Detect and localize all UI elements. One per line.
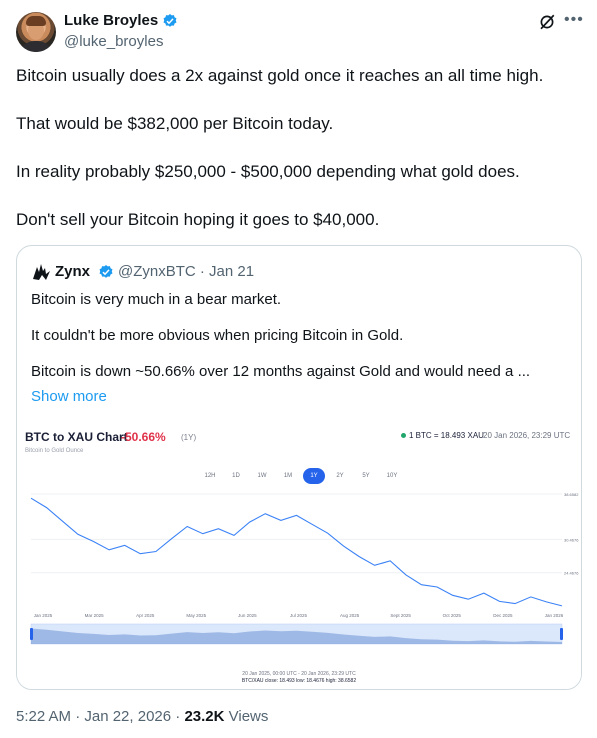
chart-change: -50.66% xyxy=(121,430,166,444)
y-tick-label: 30.4676 xyxy=(564,537,579,542)
x-tick-label: Jan 2026 xyxy=(545,613,564,618)
x-tick-label: Jul 2025 xyxy=(290,613,308,618)
price-line xyxy=(30,497,563,607)
tweet-paragraph: Bitcoin usually does a 2x against gold o… xyxy=(16,66,544,85)
author-handle[interactable]: @luke_broyles xyxy=(64,33,163,50)
tweet-paragraph: In reality probably $250,000 - $500,000 … xyxy=(16,162,520,181)
verified-badge-icon xyxy=(99,265,113,278)
quote-author-name[interactable]: Zynx xyxy=(55,263,90,280)
chart-price-text: 1 BTC = 18.493 XAU xyxy=(409,431,484,440)
verified-badge-icon xyxy=(163,14,177,27)
navigator-handle-right xyxy=(560,628,563,640)
quote-paragraph: It couldn't be more obvious when pricing… xyxy=(31,327,404,344)
tab-5y[interactable]: 5Y xyxy=(355,468,377,484)
quote-tweet[interactable]: Zynx @ZynxBTC · Jan 21 Bitcoin is very m… xyxy=(16,245,582,690)
x-tick-label: Aug 2025 xyxy=(340,613,360,618)
x-tick-label: Dec 2025 xyxy=(493,613,513,618)
x-tick-label: Jan 2025 xyxy=(34,613,53,618)
x-tick-label: May 2025 xyxy=(186,613,206,618)
avatar-hair xyxy=(26,16,46,26)
zynx-avatar-icon[interactable] xyxy=(31,262,51,282)
avatar-shirt xyxy=(20,41,52,52)
tab-1m[interactable]: 1M xyxy=(277,468,299,484)
tab-1w[interactable]: 1W xyxy=(251,468,273,484)
chart-price: 1 BTC = 18.493 XAU xyxy=(401,431,484,440)
y-tick-label: 24.4676 xyxy=(564,571,579,576)
quote-text: Bitcoin is very much in a bear market. I… xyxy=(31,290,567,398)
y-tick-label: 38.6582 xyxy=(564,492,579,497)
x-tick-label: Jun 2025 xyxy=(238,613,257,618)
tweet-meta: 5:22 AM · Jan 22, 2026 · 23.2K Views xyxy=(16,708,268,725)
views-count: 23.2K xyxy=(184,708,225,725)
price-chart[interactable]: 38.6582 30.4676 24.4676 Jan 2025 Mar 2025 Apr… xyxy=(17,486,581,668)
tab-2y[interactable]: 2Y xyxy=(329,468,351,484)
author-name[interactable]: Luke Broyles xyxy=(64,12,158,29)
more-options-icon[interactable]: ••• xyxy=(564,12,583,31)
quote-paragraph: Bitcoin is down ~50.66% over 12 months a… xyxy=(31,363,531,380)
tab-1y[interactable]: 1Y xyxy=(303,468,325,484)
views-label: Views xyxy=(224,708,269,725)
navigator-handle-left xyxy=(30,628,33,640)
chart-title: BTC to XAU Chart xyxy=(25,430,128,444)
quote-author-meta[interactable]: @ZynxBTC · Jan 21 xyxy=(118,263,254,280)
chart-image: BTC to XAU Chart -50.66% (1Y) Bitcoin to… xyxy=(17,416,581,689)
avatar[interactable] xyxy=(16,12,56,52)
x-tick-label: Mar 2025 xyxy=(85,613,105,618)
quote-header: Zynx @ZynxBTC · Jan 21 xyxy=(31,262,571,282)
x-tick-label: Sept 2025 xyxy=(390,613,411,618)
x-tick-label: Apr 2025 xyxy=(136,613,155,618)
tweet-timestamp[interactable]: 5:22 AM · Jan 22, 2026 · xyxy=(16,708,184,725)
show-more-link[interactable]: Show more xyxy=(31,388,107,405)
tweet-text: Bitcoin usually does a 2x against gold o… xyxy=(16,66,581,258)
tab-12h[interactable]: 12H xyxy=(199,468,221,484)
live-dot-icon xyxy=(401,433,406,439)
tab-1d[interactable]: 1D xyxy=(225,468,247,484)
grok-icon[interactable] xyxy=(538,13,556,31)
chart-subtitle: Bitcoin to Gold Ounce xyxy=(25,448,84,454)
tweet-header: Luke Broyles @luke_broyles ••• xyxy=(16,10,583,54)
x-tick-label: Oct 2025 xyxy=(443,613,462,618)
chart-date: 20 Jan 2026, 23:29 UTC xyxy=(483,431,571,440)
tweet-paragraph: That would be $382,000 per Bitcoin today… xyxy=(16,114,334,133)
chart-footer-range: 20 Jan 2025, 00:00 UTC - 20 Jan 2026, 23… xyxy=(242,671,356,677)
quote-paragraph: Bitcoin is very much in a bear market. xyxy=(31,291,282,308)
tweet-paragraph: Don't sell your Bitcoin hoping it goes t… xyxy=(16,210,380,229)
chart-range: (1Y) xyxy=(181,433,197,442)
tab-10y[interactable]: 10Y xyxy=(381,468,403,484)
chart-footer-stats: BTC/XAU close: 18.493 low: 18.4676 high:… xyxy=(241,678,357,684)
